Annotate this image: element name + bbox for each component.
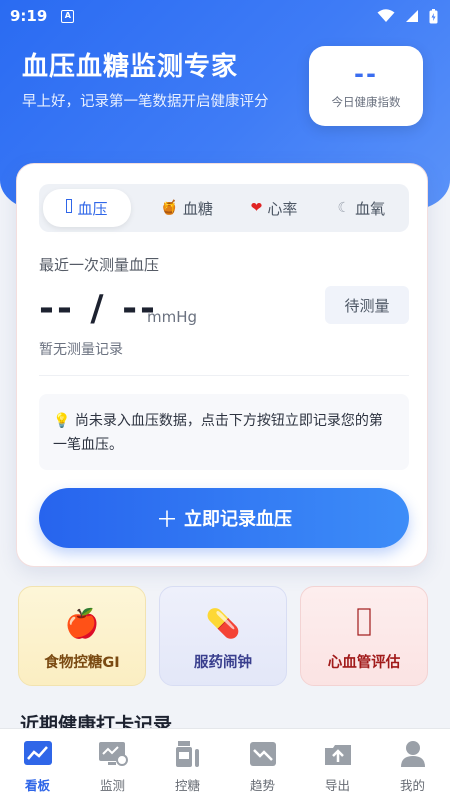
tab-label: 血糖 bbox=[182, 199, 213, 218]
signal-icon bbox=[406, 10, 418, 22]
nav-monitor[interactable]: 监测 bbox=[75, 729, 150, 800]
tab-blood-sugar[interactable]: 🍯 血糖 bbox=[143, 189, 230, 227]
status-time: 9:19 bbox=[10, 7, 48, 25]
divider bbox=[39, 375, 409, 376]
app-title: 血压血糖监测专家 bbox=[22, 52, 239, 82]
notification-icon: A bbox=[61, 9, 75, 23]
spo2-icon: ☾ bbox=[337, 200, 351, 216]
status-badge: 待测量 bbox=[325, 286, 409, 324]
status-icons bbox=[377, 8, 438, 24]
quick-food-gi[interactable]: 🍎 食物控糖GI bbox=[18, 586, 146, 686]
export-icon bbox=[300, 737, 375, 771]
tip-box: 💡 尚未录入血压数据，点击下方按钮立即记录您的第一笔血压。 bbox=[39, 394, 409, 470]
dashboard-icon bbox=[0, 737, 75, 771]
pill-icon: 💊 bbox=[205, 607, 241, 640]
user-icon bbox=[375, 737, 450, 771]
bp-icon bbox=[66, 199, 73, 217]
no-record-note: 暂无测量记录 bbox=[39, 342, 123, 358]
tab-blood-pressure[interactable]: 血压 bbox=[43, 189, 131, 227]
quick-cardio-assessment[interactable]: 心血管评估 bbox=[300, 586, 428, 686]
health-score-card[interactable]: -- 今日健康指数 bbox=[309, 46, 423, 126]
nav-label: 看板 bbox=[24, 778, 50, 793]
quick-label: 心血管评估 bbox=[327, 655, 401, 671]
battery-icon bbox=[429, 8, 438, 23]
plus-icon: ＋ bbox=[155, 508, 178, 533]
nav-label: 控糖 bbox=[174, 778, 200, 793]
tip-text: 尚未录入血压数据，点击下方按钮立即记录您的第一笔血压。 bbox=[53, 413, 383, 453]
heart-icon: ❤ bbox=[250, 200, 263, 216]
tab-label: 血压 bbox=[77, 199, 108, 218]
nav-label: 监测 bbox=[99, 778, 125, 793]
tab-label: 血氧 bbox=[355, 199, 386, 218]
nav-label: 导出 bbox=[324, 778, 350, 793]
quick-label: 服药闹钟 bbox=[194, 655, 252, 671]
greeting-subtitle: 早上好，记录第一笔数据开启健康评分 bbox=[22, 94, 269, 110]
nav-label: 我的 bbox=[399, 778, 425, 793]
recent-reading-label: 最近一次测量血压 bbox=[39, 256, 160, 274]
record-bp-button[interactable]: ＋ 立即记录血压 bbox=[39, 488, 409, 548]
nav-label: 趋势 bbox=[249, 778, 275, 793]
tab-label: 心率 bbox=[267, 199, 298, 218]
metric-tabs: 血压 🍯 血糖 ❤ 心率 ☾ 血氧 bbox=[39, 184, 409, 232]
apple-icon: 🍎 bbox=[64, 607, 100, 640]
bottom-nav: 看板 监测 控糖 趋势 导出 我的 bbox=[0, 728, 450, 800]
bottle-icon bbox=[150, 737, 225, 771]
status-bar: 9:19 A bbox=[0, 0, 450, 32]
nav-profile[interactable]: 我的 bbox=[375, 729, 450, 800]
measurement-card: 血压 🍯 血糖 ❤ 心率 ☾ 血氧 最近一次测量血压 -- / -- mmHg … bbox=[16, 163, 428, 567]
bp-reading-unit: mmHg bbox=[147, 308, 198, 326]
quick-medication-alarm[interactable]: 💊 服药闹钟 bbox=[159, 586, 287, 686]
trend-icon bbox=[225, 737, 300, 771]
health-score-label: 今日健康指数 bbox=[331, 95, 401, 109]
bp-reading-value: -- / -- bbox=[39, 288, 158, 329]
tab-blood-oxygen[interactable]: ☾ 血氧 bbox=[318, 189, 405, 227]
monitor-icon bbox=[75, 737, 150, 771]
health-score-value: -- bbox=[354, 60, 378, 88]
nav-export[interactable]: 导出 bbox=[300, 729, 375, 800]
nav-trend[interactable]: 趋势 bbox=[225, 729, 300, 800]
honey-icon: 🍯 bbox=[160, 200, 178, 216]
quick-label: 食物控糖GI bbox=[44, 655, 120, 671]
nav-sugar-control[interactable]: 控糖 bbox=[150, 729, 225, 800]
nav-dashboard[interactable]: 看板 bbox=[0, 729, 75, 800]
heart-rate-icon bbox=[301, 607, 427, 641]
bulb-icon: 💡 bbox=[53, 413, 71, 429]
wifi-icon bbox=[377, 9, 395, 22]
tab-heart-rate[interactable]: ❤ 心率 bbox=[230, 189, 317, 227]
record-bp-label: 立即记录血压 bbox=[184, 509, 292, 530]
